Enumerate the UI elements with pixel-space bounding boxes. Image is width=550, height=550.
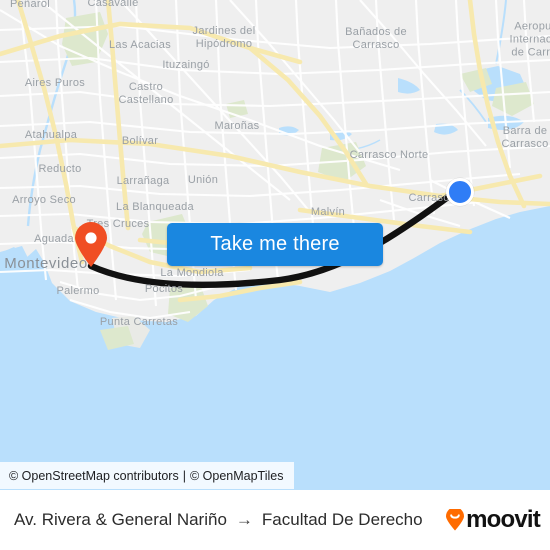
destination-dot[interactable] <box>446 178 474 206</box>
attribution-openmaptiles-link[interactable]: © OpenMapTiles <box>190 469 284 483</box>
moovit-logo[interactable]: moovit <box>445 506 541 534</box>
origin-pin[interactable] <box>74 222 108 268</box>
attribution-osm-link[interactable]: © OpenStreetMap contributors <box>9 469 179 483</box>
map-attribution: © OpenStreetMap contributors | © OpenMap… <box>0 462 294 489</box>
take-me-there-button[interactable]: Take me there <box>167 223 383 266</box>
route-title: Av. Rivera & General Nariño → Facultad D… <box>14 510 423 530</box>
moovit-pin-icon <box>445 509 465 531</box>
moovit-wordmark: moovit <box>466 506 541 533</box>
footer-bar: Av. Rivera & General Nariño → Facultad D… <box>0 490 550 550</box>
map-canvas[interactable]: Peñarol Casavalle Las Acacias Jardines del H… <box>0 0 550 490</box>
route-destination-label: Facultad De Derecho <box>261 510 423 529</box>
attribution-separator: | <box>182 468 186 483</box>
arrow-right-icon: → <box>235 510 253 529</box>
route-origin-label: Av. Rivera & General Nariño <box>14 510 227 529</box>
map-screen: Peñarol Casavalle Las Acacias Jardines del H… <box>0 0 550 550</box>
